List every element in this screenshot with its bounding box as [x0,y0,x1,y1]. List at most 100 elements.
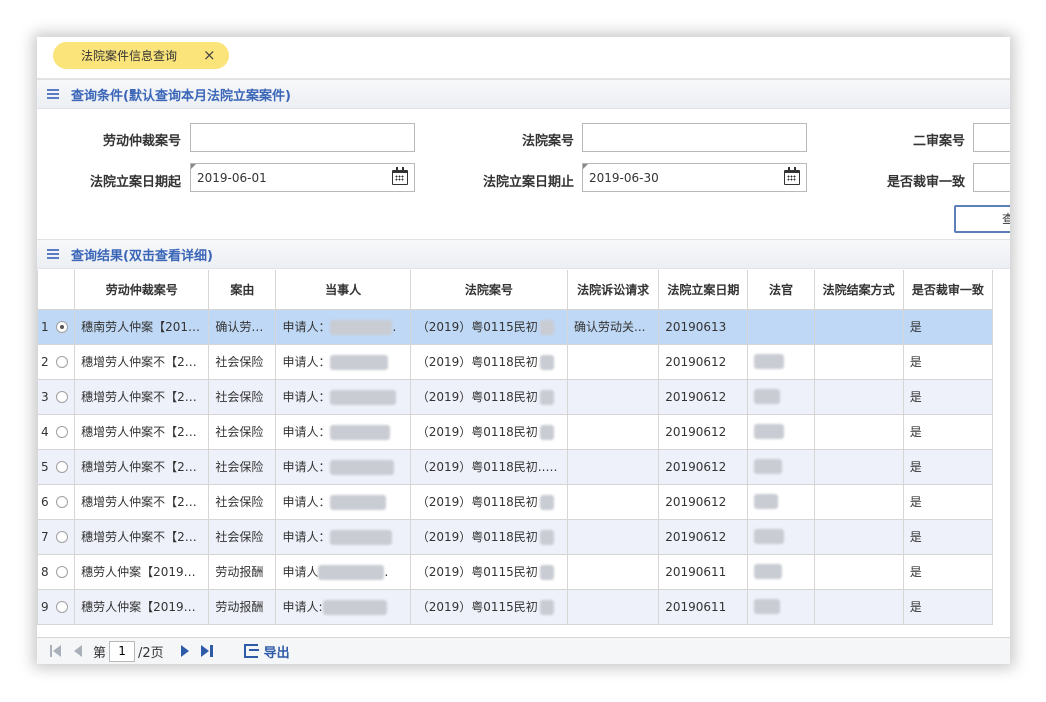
page-number-input[interactable] [109,640,136,662]
judge-cell [747,518,815,555]
table-row[interactable]: 1穗南劳人仲案【2019】...确认劳动关...申请人：.（2019）粤0115… [37,308,994,345]
row-radio[interactable] [56,390,68,403]
date-to-input[interactable]: 2019-06-30 [582,163,807,192]
consistent-cell: 是 [902,518,994,555]
close-icon[interactable]: × [203,46,216,64]
redacted-party [322,600,387,615]
table-row[interactable]: 5 穗增劳人仲案不【20... 社会保险 申请人： （2019）粤0118民初... 20… [37,448,994,485]
column-header[interactable]: 劳动仲裁案号 [74,270,210,310]
first-page-icon[interactable] [49,644,63,658]
arbitration-no-cell: 穗增劳人仲案不【20... [74,378,210,415]
query-section-header[interactable]: 查询条件(默认查询本月法院立案案件) [37,79,1010,109]
court-no-cell: （2019）粤0118民初 [409,518,569,555]
table-row[interactable]: 3 穗增劳人仲案不【20... 社会保险 申请人： （2019）粤0118民初 20190… [37,378,994,415]
column-header[interactable]: 法官 [747,270,815,310]
redacted-judge [754,494,779,509]
court-no-text: （2019）粤0118民初... [416,460,550,474]
row-radio[interactable] [56,495,68,508]
column-header[interactable]: 是否裁审一致 [902,270,994,310]
row-selector[interactable]: 8 [37,553,75,590]
column-header[interactable]: 法院立案日期 [658,270,749,310]
row-radio[interactable] [56,565,68,578]
row-radio[interactable] [56,320,68,333]
export-icon[interactable] [243,644,259,658]
row-selector[interactable]: 2 [37,343,75,380]
court-no-cell: （2019）粤0118民初 [409,483,569,520]
party-cell: 申请人： [275,518,411,555]
party-tail: . [392,320,397,334]
row-selector[interactable]: 4 [37,413,75,450]
court-no-cell: （2019）粤0118民初 [409,378,569,415]
cause-cell: 劳动报酬 [208,588,277,625]
row-selector[interactable]: 3 [37,378,75,415]
calendar-icon[interactable] [784,167,800,185]
arbitration-no-input[interactable] [190,123,415,152]
field-corner-marker [583,164,588,169]
party-label: 申请人： [282,495,331,509]
column-header[interactable]: 案由 [208,270,277,310]
next-page-icon[interactable] [178,644,192,658]
redacted-party [330,530,393,545]
date-cell: 20190612 [658,448,749,485]
column-header[interactable]: 法院案号 [409,270,569,310]
last-page-icon[interactable] [200,644,214,658]
second-no-input[interactable] [973,123,1010,152]
redacted-party [330,390,397,405]
tab-court-case-query[interactable]: 法院案件信息查询 × [53,42,229,69]
row-radio[interactable] [56,460,68,473]
arbitration-no-cell: 穗劳人仲案【2019】... [74,588,210,625]
row-index: 6 [41,494,49,509]
table-header-row: 劳动仲裁案号 案由 当事人 法院案号 法院诉讼请求 法院立案日期 法官 法院结案… [37,270,994,310]
date-cell: 20190612 [658,518,749,555]
table-row[interactable]: 2 穗增劳人仲案不【20... 社会保险 申请人： （2019）粤0118民初 20190… [37,343,994,380]
table-row[interactable]: 4 穗增劳人仲案不【20... 社会保险 申请人： （2019）粤0118民初 20190… [37,413,994,450]
column-header[interactable]: 当事人 [275,270,411,310]
consistent-cell: 是 [902,553,994,590]
closing-method-cell [813,343,904,380]
redacted-court-no [539,320,554,335]
redacted-party [330,495,387,510]
table-row[interactable]: 8 穗劳人仲案【2019】... 劳动报酬 申请人. （2019）粤0115民初 2019… [37,553,994,590]
row-index: 9 [41,599,49,614]
judge-cell [747,343,815,380]
row-radio[interactable] [56,600,68,613]
row-radio[interactable] [56,355,68,368]
query-section-title: 查询条件(默认查询本月法院立案案件) [71,88,291,104]
party-cell: 申请人： [275,413,411,450]
redacted-court-no [539,600,554,615]
results-grid[interactable]: 劳动仲裁案号 案由 当事人 法院案号 法院诉讼请求 法院立案日期 法官 法院结案… [37,270,1010,637]
consistent-input[interactable] [973,163,1010,192]
claim-cell [567,518,660,555]
row-selector[interactable]: 6 [37,483,75,520]
calendar-icon[interactable] [392,167,408,185]
prev-page-icon[interactable] [71,644,85,658]
row-selector[interactable]: 5 [37,448,75,485]
column-header[interactable]: 法院诉讼请求 [567,270,660,310]
table-row[interactable]: 6 穗增劳人仲案不【20... 社会保险 申请人： （2019）粤0118民初 20190… [37,483,994,520]
closing-method-cell [813,413,904,450]
row-radio[interactable] [56,530,68,543]
table-row[interactable]: 9 穗劳人仲案【2019】... 劳动报酬 申请人: （2019）粤0115民初 2019… [37,588,994,625]
date-from-input[interactable]: 2019-06-01 [190,163,415,192]
court-no-text: （2019）粤0115民初 [416,600,538,614]
claim-cell: 确认劳动关... [567,308,660,345]
row-selector[interactable]: 7 [37,518,75,555]
arbitration-no-cell: 穗增劳人仲案不【20... [74,448,210,485]
court-no-cell: （2019）粤0118民初 [409,413,569,450]
column-header[interactable]: 法院结案方式 [813,270,904,310]
row-selector[interactable]: 1 [37,308,75,345]
query-button[interactable]: 查 [954,205,1010,233]
cause-cell: 社会保险 [208,413,277,450]
judge-cell [747,413,815,450]
row-selector[interactable]: 9 [37,588,75,625]
table-row[interactable]: 7 穗增劳人仲案不【20... 社会保险 申请人： （2019）粤0118民初 20190… [37,518,994,555]
row-radio[interactable] [56,425,68,438]
court-no-input[interactable] [582,123,807,152]
redacted-judge [754,459,783,474]
result-section-header[interactable]: 查询结果(双击查看详细) [37,239,1010,269]
arbitration-no-cell: 穗南劳人仲案【2019】... [74,308,210,345]
consistent-cell: 是 [902,483,994,520]
tab-bar: 法院案件信息查询 × [37,37,1010,79]
date-from-value: 2019-06-01 [197,171,267,185]
export-button[interactable]: 导出 [264,642,290,661]
